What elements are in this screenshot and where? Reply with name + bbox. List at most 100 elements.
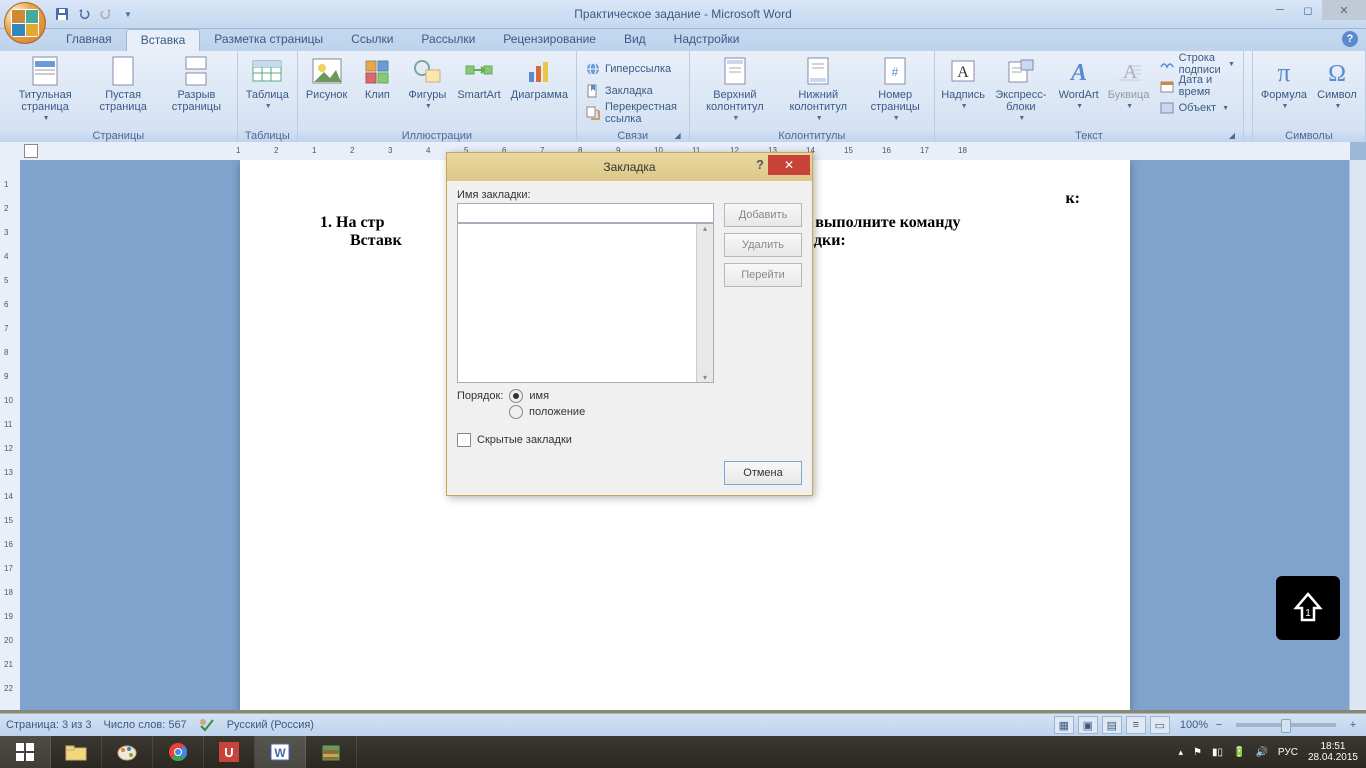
formula-button[interactable]: πФормула▼ [1257,53,1311,115]
cancel-button[interactable]: Отмена [724,461,802,485]
explorer-icon[interactable] [51,736,102,768]
tab-home[interactable]: Главная [52,29,126,51]
overlay-upload-icon[interactable]: 1 [1276,576,1340,640]
picture-button[interactable]: Рисунок [302,53,352,103]
word-icon[interactable]: W [255,736,306,768]
svg-text:1: 1 [1305,608,1311,619]
status-bar: Страница: 3 из 3 Число слов: 567 Русский… [0,713,1366,736]
sort-name-radio[interactable] [509,389,523,403]
vertical-ruler[interactable]: 12345678910111213141516171819202122 [0,142,21,710]
blank-page-button[interactable]: Пустая страница [88,53,158,115]
pagenum-button[interactable]: #Номер страницы▼ [860,53,930,127]
view-print-layout[interactable]: ▦ [1054,716,1074,734]
symbol-button[interactable]: ΩСимвол▼ [1313,53,1361,115]
smartart-button[interactable]: SmartArt [453,53,504,103]
network-icon[interactable]: ▮▯ [1212,747,1223,758]
delete-button[interactable]: Удалить [724,233,802,257]
maximize-button[interactable]: ◻ [1294,0,1322,20]
footer-button[interactable]: Нижний колонтитул▼ [778,53,858,127]
sort-position-radio[interactable] [509,405,523,419]
object-button[interactable]: Объект▼ [1155,97,1239,119]
vertical-scrollbar[interactable] [1349,160,1366,710]
zoom-slider[interactable] [1236,723,1336,727]
bookmark-list[interactable] [457,223,714,383]
status-words[interactable]: Число слов: 567 [104,719,187,731]
tray-expand-icon[interactable]: ▴ [1178,747,1183,758]
signature-button[interactable]: Строка подписи▼ [1155,53,1239,75]
goto-button[interactable]: Перейти [724,263,802,287]
undo-icon[interactable] [74,4,94,24]
dialog-close-button[interactable]: ✕ [768,155,810,175]
tab-selector[interactable] [24,144,38,158]
bookmark-name-input[interactable] [457,203,714,223]
group-headers-label: Колонтитулы [694,129,931,143]
winrar-icon[interactable] [306,736,357,768]
flag-icon[interactable]: ⚑ [1193,747,1202,758]
page-break-button[interactable]: Разрыв страницы [160,53,233,115]
volume-icon[interactable]: 🔊 [1255,747,1267,758]
paint-icon[interactable] [102,736,153,768]
hidden-bookmarks-checkbox[interactable] [457,433,471,447]
chrome-icon[interactable] [153,736,204,768]
textbox-button[interactable]: AНадпись▼ [939,53,987,115]
battery-icon[interactable]: 🔋 [1233,747,1245,758]
group-text-label: Текст◢ [939,129,1239,143]
bookmark-list-scrollbar[interactable] [696,224,713,382]
tab-references[interactable]: Ссылки [337,29,407,51]
tab-mailings[interactable]: Рассылки [407,29,489,51]
save-icon[interactable] [52,4,72,24]
crossref-button[interactable]: Перекрестная ссылка [581,102,685,124]
clip-button[interactable]: Клип [353,53,401,103]
shapes-button[interactable]: Фигуры▼ [403,53,451,115]
hyperlink-button[interactable]: Гиперссылка [581,58,675,80]
group-symbols: πФормула▼ ΩСимвол▼ Символы [1253,51,1366,143]
zoom-in-button[interactable]: + [1346,719,1360,731]
datetime-button[interactable]: Дата и время [1155,75,1239,97]
view-draft[interactable]: ▭ [1150,716,1170,734]
quickparts-button[interactable]: Экспресс-блоки▼ [989,53,1053,127]
tab-insert[interactable]: Вставка [126,29,201,51]
help-icon[interactable]: ? [1342,31,1358,47]
tray-time: 18:51 [1308,741,1358,752]
dialog-title-text: Закладка [603,160,655,174]
tab-view[interactable]: Вид [610,29,660,51]
view-fullscreen[interactable]: ▣ [1078,716,1098,734]
svg-text:W: W [274,746,286,760]
start-button[interactable] [0,736,51,768]
group-spacer [1244,51,1253,143]
spell-check-icon[interactable] [199,718,215,732]
cover-page-button[interactable]: Титульная страница▼ [4,53,86,127]
office-button[interactable] [4,2,46,44]
minimize-button[interactable]: ─ [1266,0,1294,20]
table-button[interactable]: Таблица▼ [242,53,293,115]
wordart-button[interactable]: AWordArt▼ [1055,53,1103,115]
group-illustrations-label: Иллюстрации [302,129,572,143]
dropcap-button[interactable]: AБуквица▼ [1105,53,1153,115]
zoom-out-button[interactable]: − [1212,719,1226,731]
dialog-help-icon[interactable]: ? [756,157,764,172]
tab-addins[interactable]: Надстройки [660,29,754,51]
app-red-icon[interactable]: U [204,736,255,768]
tray-clock[interactable]: 18:51 28.04.2015 [1308,741,1358,763]
dialog-titlebar[interactable]: Закладка ? ✕ [447,153,812,181]
view-web[interactable]: ▤ [1102,716,1122,734]
status-page[interactable]: Страница: 3 из 3 [6,719,92,731]
redo-icon[interactable] [96,4,116,24]
status-language[interactable]: Русский (Россия) [227,719,314,731]
tab-pagelayout[interactable]: Разметка страницы [200,29,337,51]
tray-language[interactable]: РУС [1278,747,1298,758]
quick-access-toolbar: ▼ [52,4,138,24]
window-title: Практическое задание - Microsoft Word [574,7,792,21]
tab-review[interactable]: Рецензирование [489,29,610,51]
close-button[interactable]: ✕ [1322,0,1366,20]
header-button[interactable]: Верхний колонтитул▼ [694,53,777,127]
chart-button[interactable]: Диаграмма [507,53,572,103]
bookmark-button[interactable]: Закладка [581,80,657,102]
add-button[interactable]: Добавить [724,203,802,227]
svg-text:U: U [224,745,233,760]
zoom-value[interactable]: 100% [1180,719,1208,731]
view-outline[interactable]: ≡ [1126,716,1146,734]
bookmark-name-label: Имя закладки: [457,189,714,201]
qat-customize-icon[interactable]: ▼ [118,4,138,24]
ribbon: Титульная страница▼ Пустая страница Разр… [0,51,1366,144]
